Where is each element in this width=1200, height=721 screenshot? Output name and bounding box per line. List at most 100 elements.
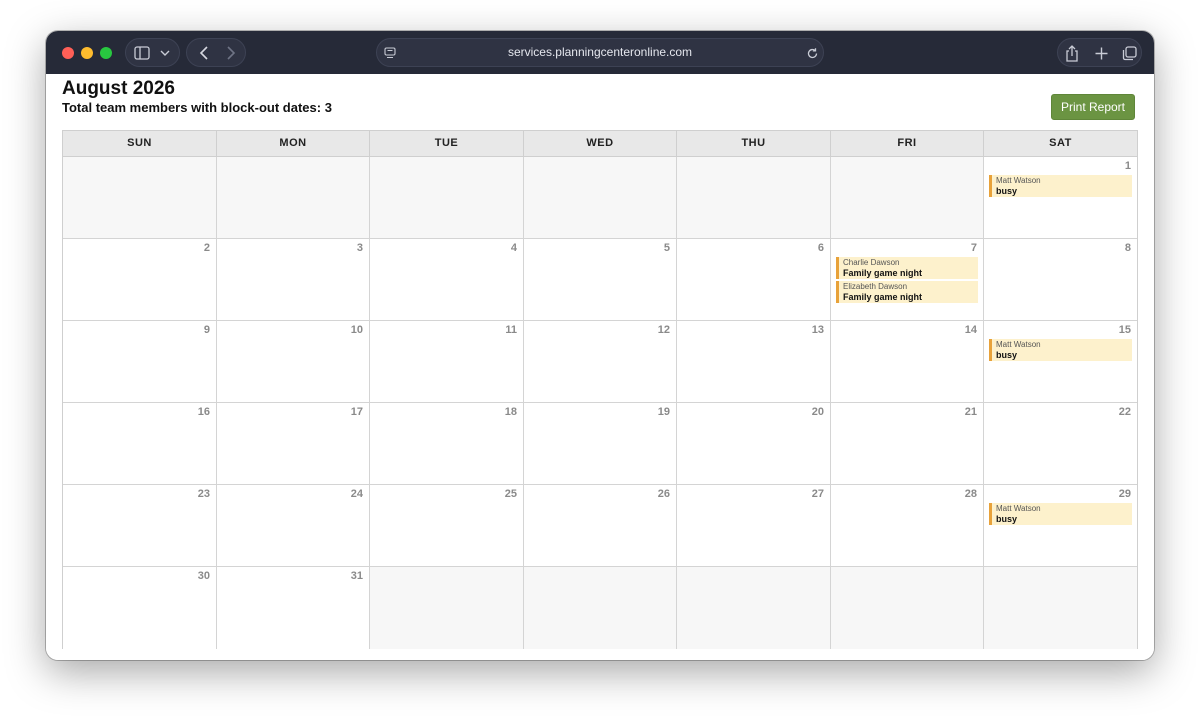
weekday-label: FRI — [831, 131, 984, 156]
day-cell[interactable]: 10 — [217, 321, 370, 402]
empty-day-cell — [831, 157, 984, 238]
day-number: 15 — [1118, 324, 1131, 336]
day-cell[interactable]: 27 — [677, 485, 831, 566]
calendar-week: 16 17 18 19 20 21 22 — [63, 403, 1137, 485]
day-cell[interactable]: 5 — [524, 239, 677, 320]
day-number: 21 — [964, 406, 977, 418]
day-cell[interactable]: 12 — [524, 321, 677, 402]
empty-day-cell — [370, 567, 524, 649]
day-cell[interactable]: 3 — [217, 239, 370, 320]
empty-day-cell — [524, 157, 677, 238]
empty-day-cell — [677, 157, 831, 238]
day-cell[interactable]: 20 — [677, 403, 831, 484]
back-icon[interactable] — [196, 45, 210, 61]
day-number: 7 — [970, 242, 977, 254]
day-cell[interactable]: 18 — [370, 403, 524, 484]
day-cell[interactable]: 25 — [370, 485, 524, 566]
weekday-header: SUN MON TUE WED THU FRI SAT — [63, 131, 1137, 157]
event-person-name: Matt Watson — [996, 340, 1041, 349]
empty-day-cell — [370, 157, 524, 238]
day-cell[interactable]: 19 — [524, 403, 677, 484]
day-number: 29 — [1118, 488, 1131, 500]
day-number: 20 — [811, 406, 824, 418]
close-window-button[interactable] — [62, 47, 74, 59]
day-number: 23 — [197, 488, 210, 500]
day-cell[interactable]: 14 — [831, 321, 984, 402]
day-cell[interactable]: 22 — [984, 403, 1137, 484]
browser-toolbar: services.planningcenteronline.com — [46, 31, 1154, 74]
day-number: 16 — [197, 406, 210, 418]
day-cell[interactable]: 13 — [677, 321, 831, 402]
new-tab-icon[interactable] — [1093, 45, 1109, 61]
day-cell[interactable]: 11 — [370, 321, 524, 402]
day-number: 14 — [964, 324, 977, 336]
zoom-window-button[interactable] — [100, 47, 112, 59]
day-number: 12 — [657, 324, 670, 336]
event-person-name: Matt Watson — [996, 176, 1041, 185]
day-number: 27 — [811, 488, 824, 500]
day-cell[interactable]: 28 — [831, 485, 984, 566]
day-cell[interactable]: 2 — [63, 239, 217, 320]
day-cell[interactable]: 21 — [831, 403, 984, 484]
empty-day-cell — [677, 567, 831, 649]
chevron-down-icon[interactable] — [159, 47, 171, 59]
day-number: 25 — [504, 488, 517, 500]
day-number: 9 — [203, 324, 210, 336]
day-number: 24 — [350, 488, 363, 500]
day-cell[interactable]: 9 — [63, 321, 217, 402]
day-number: 22 — [1118, 406, 1131, 418]
browser-actions-group — [1057, 38, 1142, 67]
day-cell[interactable]: 24 — [217, 485, 370, 566]
event-list: Matt Watson busy — [989, 175, 1132, 199]
block-out-event[interactable]: Charlie Dawson Family game night — [836, 257, 978, 279]
print-report-button[interactable]: Print Report — [1051, 94, 1135, 120]
day-number: 19 — [657, 406, 670, 418]
event-reason: busy — [996, 186, 1018, 196]
sidebar-icon[interactable] — [134, 45, 150, 61]
empty-day-cell — [63, 157, 217, 238]
day-cell[interactable]: 30 — [63, 567, 217, 649]
weekday-label: THU — [677, 131, 831, 156]
day-number: 3 — [356, 242, 363, 254]
day-cell[interactable]: 1 Matt Watson busy — [984, 157, 1137, 238]
reload-icon[interactable] — [805, 46, 819, 60]
share-icon[interactable] — [1064, 44, 1080, 62]
day-cell[interactable]: 4 — [370, 239, 524, 320]
day-cell[interactable]: 29 Matt Watson busy — [984, 485, 1137, 566]
event-list: Charlie Dawson Family game night Elizabeth… — [836, 257, 978, 305]
minimize-window-button[interactable] — [81, 47, 93, 59]
page-content: August 2026 Total team members with bloc… — [46, 74, 1154, 660]
forward-icon[interactable] — [224, 45, 238, 61]
day-number: 31 — [350, 570, 363, 582]
address-bar[interactable]: services.planningcenteronline.com — [376, 38, 824, 67]
weekday-label: MON — [217, 131, 370, 156]
day-number: 2 — [203, 242, 210, 254]
block-out-event[interactable]: Elizabeth Dawson Family game night — [836, 281, 978, 303]
day-cell[interactable]: 6 — [677, 239, 831, 320]
weekday-label: WED — [524, 131, 677, 156]
day-cell[interactable]: 31 — [217, 567, 370, 649]
browser-window: services.planningcenteronline.com August… — [46, 31, 1154, 660]
day-cell[interactable]: 23 — [63, 485, 217, 566]
block-out-event[interactable]: Matt Watson busy — [989, 339, 1132, 361]
day-number: 18 — [504, 406, 517, 418]
day-cell[interactable]: 16 — [63, 403, 217, 484]
day-number: 4 — [510, 242, 517, 254]
calendar-weeks: 1 Matt Watson busy 2 3 4 5 6 7 Charlie Dawson Fami… — [63, 157, 1137, 649]
empty-day-cell — [831, 567, 984, 649]
calendar-week: 1 Matt Watson busy — [63, 157, 1137, 239]
tab-overview-icon[interactable] — [1121, 45, 1137, 61]
event-reason: Family game night — [843, 292, 923, 302]
day-cell[interactable]: 7 Charlie Dawson Family game night Elizabet… — [831, 239, 984, 320]
event-reason: busy — [996, 350, 1018, 360]
day-cell[interactable]: 15 Matt Watson busy — [984, 321, 1137, 402]
block-out-event[interactable]: Matt Watson busy — [989, 503, 1132, 525]
block-out-event[interactable]: Matt Watson busy — [989, 175, 1132, 197]
event-person-name: Matt Watson — [996, 504, 1041, 513]
weekday-label: SUN — [63, 131, 217, 156]
sidebar-toggle-group[interactable] — [125, 38, 180, 67]
url-text[interactable]: services.planningcenteronline.com — [377, 39, 823, 66]
day-cell[interactable]: 26 — [524, 485, 677, 566]
day-cell[interactable]: 8 — [984, 239, 1137, 320]
day-cell[interactable]: 17 — [217, 403, 370, 484]
